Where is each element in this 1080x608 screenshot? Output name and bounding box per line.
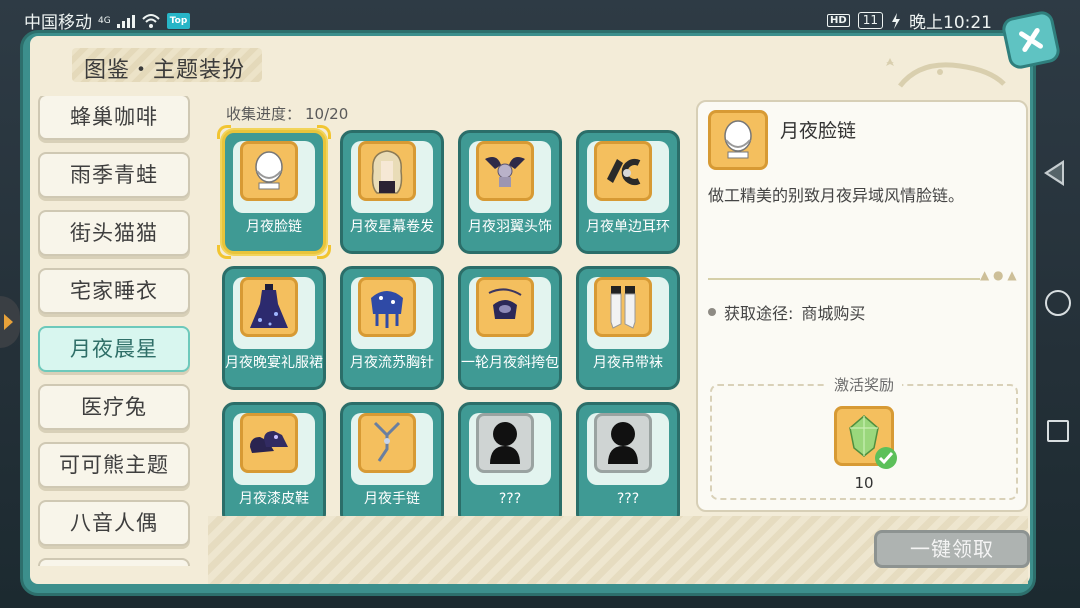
wifi-icon	[141, 13, 160, 28]
sidebar-item-medical-bunny[interactable]: 医疗兔	[38, 384, 190, 430]
selection-corner	[217, 245, 231, 259]
item-card[interactable]: 月夜星幕卷发	[340, 130, 444, 254]
detail-item-name: 月夜脸链	[780, 120, 857, 142]
activation-reward-box: 激活奖励 10	[710, 376, 1018, 500]
sidebar-item-more[interactable]	[38, 558, 190, 566]
item-label: 月夜晚宴礼服裙	[225, 355, 323, 371]
earring-icon	[607, 159, 641, 185]
progress-label: 收集进度：	[226, 105, 302, 123]
source-label: 获取途径:	[724, 304, 794, 323]
divider	[708, 278, 980, 280]
item-label: 月夜星幕卷发	[350, 219, 434, 235]
item-card[interactable]: 月夜手链	[340, 402, 444, 526]
item-card[interactable]: 月夜漆皮鞋	[222, 402, 326, 526]
item-label: 月夜漆皮鞋	[239, 491, 309, 507]
sidebar-item-beehive-coffee[interactable]: 蜂巢咖啡	[38, 96, 190, 140]
face-chain-icon	[255, 151, 283, 190]
item-card[interactable]: 月夜脸链	[217, 125, 331, 259]
item-label: 一轮月夜斜挎包	[461, 355, 559, 371]
collect-all-button[interactable]: 一键领取	[874, 530, 1030, 568]
selection-corner	[317, 245, 331, 259]
selection-corner	[317, 125, 331, 139]
item-label: 月夜手链	[364, 491, 420, 507]
item-label: 月夜脸链	[246, 219, 302, 235]
carrier-label: 中国移动	[24, 13, 92, 33]
sidebar-item-home-pajamas[interactable]: 宅家睡衣	[38, 268, 190, 314]
back-icon[interactable]	[1044, 160, 1064, 186]
item-card[interactable]: 月夜流苏胸针	[340, 266, 444, 390]
home-icon[interactable]	[1045, 290, 1071, 316]
acquisition-source: 获取途径: 商城购买	[708, 300, 865, 324]
detail-item-slot	[708, 110, 768, 170]
app-badge: Top	[166, 12, 191, 29]
curly-hair-icon	[371, 150, 403, 194]
signal-icon	[116, 14, 135, 28]
network-type: 4G	[98, 15, 111, 26]
reward-count: 10	[854, 474, 874, 492]
item-label: ???	[616, 491, 640, 507]
detail-item-description: 做工精美的别致月夜异域风情脸链。	[708, 186, 965, 205]
sidebar-item-moon-night-star[interactable]: 月夜晨星	[38, 326, 190, 372]
item-card[interactable]: 月夜羽翼头饰	[458, 130, 562, 254]
item-card[interactable]: 一轮月夜斜挎包	[458, 266, 562, 390]
item-label: ???	[498, 491, 522, 507]
progress-value: 10/20	[305, 105, 349, 123]
bullet-icon	[708, 308, 716, 316]
item-label: 月夜单边耳环	[586, 219, 670, 235]
battery-icon: 11	[857, 12, 883, 29]
reward-title: 激活奖励	[825, 376, 902, 394]
seal-decoration-icon	[886, 58, 1006, 88]
brooch-icon	[371, 291, 403, 328]
item-card[interactable]: 月夜吊带袜	[576, 266, 680, 390]
item-card[interactable]: 月夜单边耳环	[576, 130, 680, 254]
charging-icon	[892, 12, 900, 29]
item-detail-panel: 月夜脸链 做工精美的别致月夜异域风情脸链。 ▲ ● ▲ 获取途径: 商城购买 激…	[696, 100, 1028, 512]
item-label: 月夜吊带袜	[593, 355, 663, 371]
crossbody-bag-icon	[488, 288, 522, 319]
sidebar-item-rainy-frog[interactable]: 雨季青蛙	[38, 152, 190, 198]
source-value: 商城购买	[801, 304, 866, 323]
gown-icon	[250, 284, 288, 328]
recent-apps-icon[interactable]	[1047, 420, 1069, 442]
locked-silhouette-icon	[490, 422, 520, 464]
status-bar: 中国移动 4G Top HD 11 晚上10:21	[0, 0, 1080, 36]
sidebar-item-street-cat[interactable]: 街头猫猫	[38, 210, 190, 256]
check-icon	[875, 447, 897, 469]
selection-corner	[217, 125, 231, 139]
page-title: 图鉴・主题装扮	[84, 58, 246, 83]
item-label: 月夜流苏胸针	[350, 355, 434, 371]
item-card[interactable]: 月夜晚宴礼服裙	[222, 266, 326, 390]
collection-progress: 收集进度： 10/20	[222, 103, 348, 124]
sidebar-item-cocoa-bear[interactable]: 可可熊主题	[38, 442, 190, 488]
stockings-icon	[610, 286, 636, 329]
system-nav-bar	[1010, 0, 1080, 608]
item-label: 月夜羽翼头饰	[468, 219, 552, 235]
face-chain-icon	[724, 120, 752, 159]
wing-headwear-icon	[485, 157, 525, 187]
item-card[interactable]: ???	[576, 402, 680, 526]
shoes-icon	[250, 431, 288, 453]
bracelet-icon	[373, 421, 401, 462]
item-card[interactable]: ???	[458, 402, 562, 526]
theme-category-list[interactable]: 蜂巢咖啡 雨季青蛙 街头猫猫 宅家睡衣 月夜晨星 医疗兔 可可熊主题 八音人偶	[28, 96, 208, 566]
clock: 晚上10:21	[909, 13, 992, 33]
item-grid: 收集进度： 10/20 月夜脸链 月夜星幕卷发 月夜羽翼头饰 月夜单边耳环 月夜晚…	[208, 96, 688, 526]
locked-silhouette-icon	[608, 422, 638, 464]
sidebar-item-music-doll[interactable]: 八音人偶	[38, 500, 190, 546]
hd-badge: HD	[827, 14, 850, 27]
